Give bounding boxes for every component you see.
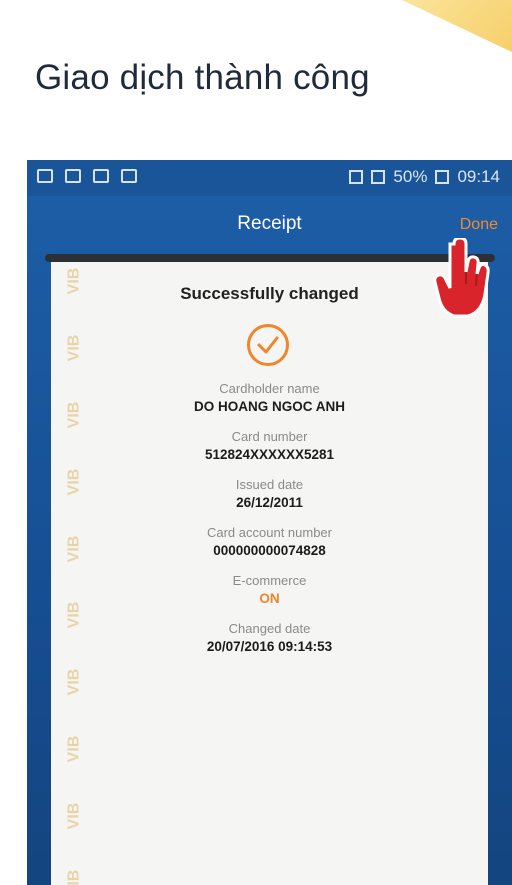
field-label: Issued date <box>235 477 304 492</box>
message-icon <box>65 169 81 183</box>
field-cardholder-name: Cardholder name DO HOANG NGOC ANH <box>51 380 488 416</box>
field-card-number: Card number 512824XXXXXX5281 <box>51 428 488 464</box>
field-label: E-commerce <box>232 573 307 588</box>
field-value: 000000000074828 <box>213 543 326 558</box>
gallery-icon <box>37 169 53 183</box>
field-label: Cardholder name <box>219 381 320 396</box>
page-headline: Giao dịch thành công <box>35 58 370 97</box>
field-label: Card number <box>231 429 308 444</box>
receipt-slot <box>45 254 495 262</box>
field-label: Changed date <box>228 621 311 636</box>
corner-decoration <box>402 0 512 52</box>
mail-icon <box>121 169 137 183</box>
signal-icon <box>371 170 386 184</box>
done-button[interactable]: Done <box>460 216 498 234</box>
field-changed-date: Changed date 20/07/2016 09:14:53 <box>51 620 488 656</box>
pointer-hand-icon <box>432 236 492 322</box>
receipt-fields: Cardholder name DO HOANG NGOC ANH Card n… <box>51 380 488 668</box>
app-bar-title: Receipt <box>237 213 302 234</box>
field-label: Card account number <box>206 525 332 540</box>
field-value: DO HOANG NGOC ANH <box>194 399 345 414</box>
notification-icons <box>37 169 137 183</box>
status-bar: 50% 09:14 <box>27 160 512 196</box>
watermark-text: VIB <box>65 334 83 362</box>
field-value: 26/12/2011 <box>236 495 303 510</box>
receipt-heading: Successfully changed <box>180 284 359 303</box>
watermark-text: VIB <box>65 735 83 763</box>
field-value: 20/07/2016 09:14:53 <box>206 639 333 654</box>
receipt-card: VIB VIB VIB VIB VIB VIB VIB VIB VIB VIB … <box>51 262 488 885</box>
watermark-text: VIB <box>65 869 83 885</box>
cloud-icon <box>93 169 109 183</box>
field-card-account-number: Card account number 000000000074828 <box>51 524 488 560</box>
field-e-commerce: E-commerce ON <box>51 572 488 608</box>
field-value: 512824XXXXXX5281 <box>204 447 335 462</box>
battery-level: 50% <box>393 167 428 186</box>
watermark-text: VIB <box>65 802 83 830</box>
clock: 09:14 <box>457 167 500 186</box>
check-circle-icon <box>247 324 289 366</box>
field-issued-date: Issued date 26/12/2011 <box>51 476 488 512</box>
field-value: ON <box>259 591 280 606</box>
watermark-text: VIB <box>65 668 83 696</box>
battery-icon <box>435 170 450 184</box>
wifi-icon <box>349 170 364 184</box>
status-right: 50% 09:14 <box>349 167 500 187</box>
